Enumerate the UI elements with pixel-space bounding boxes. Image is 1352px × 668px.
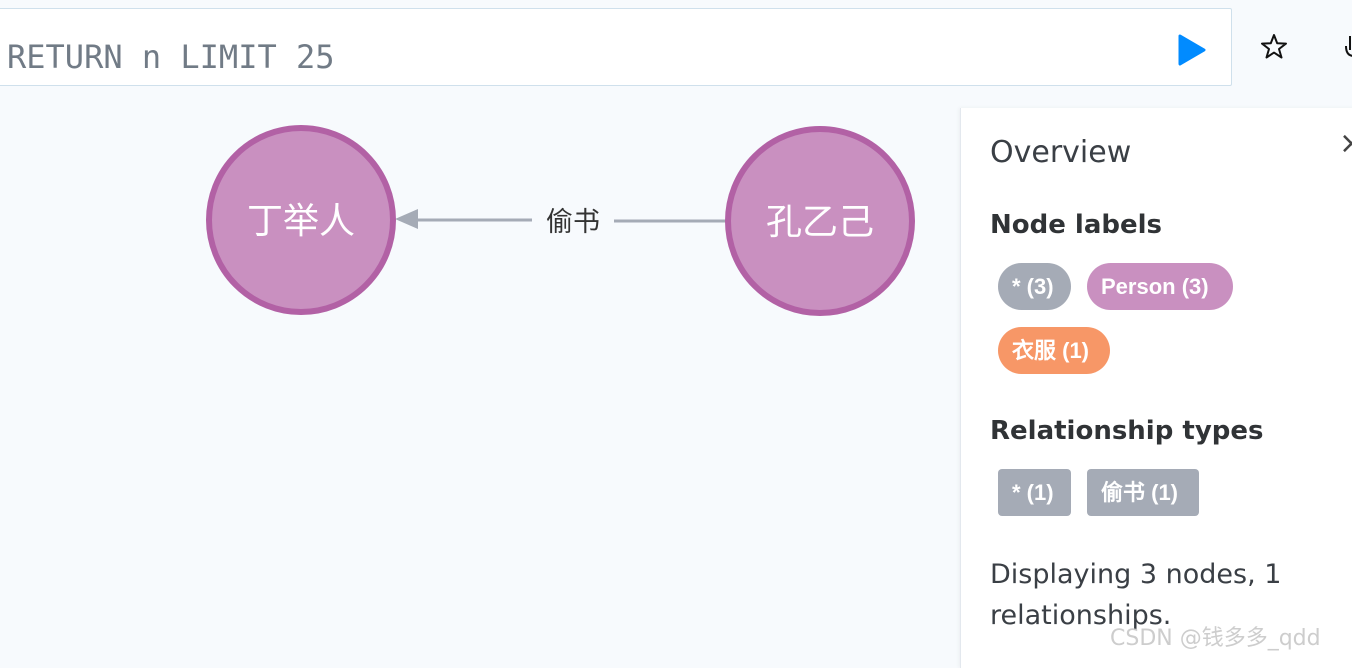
node-labels-heading: Node labels — [990, 210, 1163, 240]
relationship-types-heading: Relationship types — [990, 416, 1264, 446]
overview-panel: Overview × Node labels * (3) Person (3) … — [960, 108, 1352, 668]
query-editor[interactable]: RETURN n LIMIT 25 — [0, 8, 1232, 86]
relationship-type-pill-steal-book[interactable]: 偷书 (1) — [1087, 469, 1199, 516]
watermark: CSDN @钱多多_qdd — [1110, 626, 1321, 651]
node-label-pill-all[interactable]: * (3) — [998, 263, 1071, 310]
run-query-button[interactable] — [1170, 28, 1210, 72]
favorite-button[interactable] — [1259, 30, 1289, 64]
overview-title: Overview — [990, 135, 1132, 170]
close-icon[interactable]: × — [1339, 126, 1352, 161]
relationship-type-pill-all[interactable]: * (1) — [998, 469, 1071, 516]
graph-node[interactable]: 孔乙己 — [725, 126, 915, 316]
graph-canvas[interactable]: 偷书 丁举人 孔乙己 — [0, 92, 960, 658]
download-button[interactable] — [1336, 30, 1352, 64]
node-label-pill-clothes[interactable]: 衣服 (1) — [998, 327, 1110, 374]
node-label: 丁举人 — [247, 201, 355, 242]
star-icon — [1261, 34, 1287, 59]
graph-node[interactable]: 丁举人 — [206, 125, 396, 315]
node-label: 孔乙己 — [766, 202, 874, 243]
relationship-edge[interactable]: 偷书 — [395, 207, 726, 238]
arrowhead-icon — [395, 209, 418, 229]
query-text[interactable]: RETURN n LIMIT 25 — [7, 37, 335, 77]
download-icon — [1345, 36, 1352, 57]
relationship-label: 偷书 — [546, 207, 600, 238]
node-label-pill-person[interactable]: Person (3) — [1087, 263, 1233, 310]
play-icon — [1178, 34, 1206, 66]
